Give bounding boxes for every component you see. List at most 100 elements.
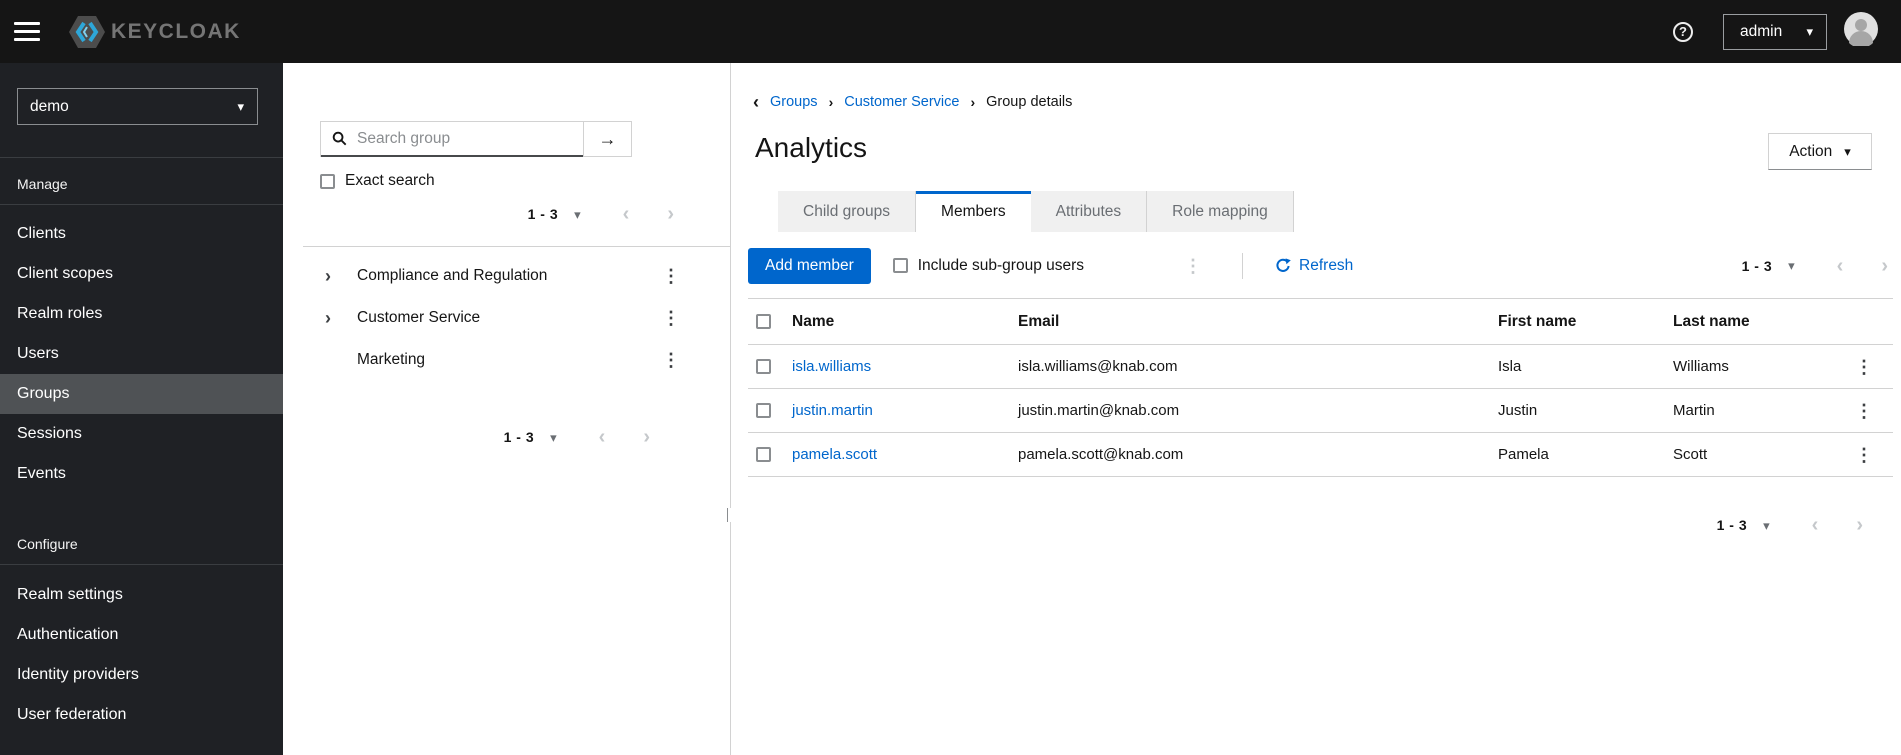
sidebar-item-groups[interactable]: Groups xyxy=(0,374,283,414)
realm-name: demo xyxy=(30,97,69,115)
member-last-name: Williams xyxy=(1673,358,1729,375)
breadcrumb-groups-link[interactable]: Groups xyxy=(770,94,818,110)
tab-role-mapping[interactable]: Role mapping xyxy=(1147,191,1294,232)
sidebar-item-identity-providers[interactable]: Identity providers xyxy=(0,655,283,695)
row-checkbox[interactable] xyxy=(756,359,771,374)
breadcrumb-current: Group details xyxy=(986,94,1073,110)
column-header-name: Name xyxy=(792,312,835,330)
kebab-menu-icon[interactable]: ⋮ xyxy=(662,309,680,327)
action-dropdown[interactable]: Action ▾ xyxy=(1768,133,1872,170)
row-kebab-menu-icon[interactable]: ⋮ xyxy=(1855,446,1898,464)
arrow-right-icon: → xyxy=(598,128,617,149)
tab-child-groups[interactable]: Child groups xyxy=(778,191,917,232)
tab-attributes[interactable]: Attributes xyxy=(1030,191,1148,232)
member-first-name: Isla xyxy=(1498,358,1522,375)
keycloak-admin-console: KEYCLOAK ? admin ▾ demo ▾ Manage Clients… xyxy=(0,0,1901,755)
sidebar-item-authentication[interactable]: Authentication xyxy=(0,615,283,655)
groups-pagination-bottom: 1 - 3 ▾ ‹ › xyxy=(283,427,730,447)
breadcrumb-separator-icon: › xyxy=(970,94,976,110)
table-row: isla.williams isla.williams@knab.com Isl… xyxy=(748,345,1893,389)
back-chevron-icon[interactable]: ‹ xyxy=(753,93,759,111)
group-search: → xyxy=(320,121,632,157)
expand-chevron-icon[interactable]: › xyxy=(325,267,347,285)
hamburger-menu-icon[interactable] xyxy=(14,18,40,45)
pagination-range-dropdown[interactable]: 1 - 3 ▾ xyxy=(1717,517,1770,533)
caret-down-icon: ▾ xyxy=(1806,24,1813,39)
nav-section-configure: Configure xyxy=(17,536,78,552)
caret-down-icon: ▾ xyxy=(574,206,581,222)
members-toolbar: Add member Include sub-group users ⋮ Ref… xyxy=(748,247,1888,284)
pagination-next-icon[interactable]: › xyxy=(667,204,674,224)
search-group-input[interactable] xyxy=(355,128,583,149)
member-username-link[interactable]: pamela.scott xyxy=(792,446,877,463)
avatar[interactable] xyxy=(1844,12,1878,51)
sidebar: demo ▾ Manage Clients Client scopes Real… xyxy=(0,63,283,755)
search-submit-button[interactable]: → xyxy=(583,122,631,157)
sidebar-item-client-scopes[interactable]: Client scopes xyxy=(0,254,283,294)
exact-search-checkbox[interactable] xyxy=(320,173,335,189)
include-subgroup-users-checkbox[interactable] xyxy=(892,258,908,273)
keycloak-logo-icon xyxy=(69,15,105,48)
caret-down-icon: ▾ xyxy=(1763,517,1770,533)
masthead: KEYCLOAK ? admin ▾ xyxy=(0,0,1901,63)
expand-chevron-icon[interactable]: › xyxy=(325,309,347,327)
exact-search-label: Exact search xyxy=(345,172,435,189)
member-first-name: Pamela xyxy=(1498,446,1549,463)
breadcrumb: ‹ Groups › Customer Service › Group deta… xyxy=(731,63,1901,111)
pagination-next-icon[interactable]: › xyxy=(1881,256,1888,276)
breadcrumb-customer-service-link[interactable]: Customer Service xyxy=(844,94,959,110)
keycloak-logo[interactable]: KEYCLOAK xyxy=(67,14,241,50)
row-kebab-menu-icon[interactable]: ⋮ xyxy=(1855,358,1898,376)
member-email: pamela.scott@knab.com xyxy=(1018,446,1184,463)
sidebar-item-users[interactable]: Users xyxy=(0,334,283,374)
sidebar-item-events[interactable]: Events xyxy=(0,454,283,494)
caret-down-icon: ▾ xyxy=(237,99,244,114)
tree-item-marketing: Marketing ⋮ xyxy=(357,350,680,370)
pagination-range-dropdown[interactable]: 1 - 3 ▾ xyxy=(504,429,557,445)
help-icon[interactable]: ? xyxy=(1673,21,1693,42)
realm-selector[interactable]: demo ▾ xyxy=(17,88,258,125)
pagination-prev-icon[interactable]: ‹ xyxy=(1837,256,1844,276)
pagination-prev-icon[interactable]: ‹ xyxy=(1812,515,1819,535)
pagination-prev-icon[interactable]: ‹ xyxy=(599,427,606,447)
add-member-button[interactable]: Add member xyxy=(748,247,871,284)
row-checkbox[interactable] xyxy=(756,403,771,418)
pagination-next-icon[interactable]: › xyxy=(1856,515,1863,535)
kebab-menu-icon[interactable]: ⋮ xyxy=(662,267,680,285)
exact-search: Exact search xyxy=(320,172,730,190)
member-username-link[interactable]: justin.martin xyxy=(792,402,873,419)
pagination-next-icon[interactable]: › xyxy=(643,427,650,447)
table-row: justin.martin justin.martin@knab.com Jus… xyxy=(748,389,1893,433)
column-header-email: Email xyxy=(1018,312,1060,330)
tab-members[interactable]: Members xyxy=(916,191,1031,232)
pagination-prev-icon[interactable]: ‹ xyxy=(623,204,630,224)
refresh-icon xyxy=(1276,257,1291,272)
include-subgroup-users-label: Include sub-group users xyxy=(917,256,1085,274)
row-checkbox[interactable] xyxy=(756,447,771,462)
kebab-menu-icon[interactable]: ⋮ xyxy=(662,351,680,369)
sidebar-item-clients[interactable]: Clients xyxy=(0,214,283,254)
sidebar-item-user-federation[interactable]: User federation xyxy=(0,695,283,735)
sidebar-item-realm-roles[interactable]: Realm roles xyxy=(0,294,283,334)
member-username-link[interactable]: isla.williams xyxy=(792,358,871,375)
nav-section-manage: Manage xyxy=(17,176,68,192)
toolbar-divider xyxy=(1242,252,1244,279)
username: admin xyxy=(1740,22,1783,40)
member-last-name: Scott xyxy=(1673,446,1708,463)
pagination-range-dropdown[interactable]: 1 - 3 ▾ xyxy=(528,206,581,222)
toolbar-kebab-menu-icon[interactable]: ⋮ xyxy=(1184,257,1202,275)
tree-item-customer-service: › Customer Service ⋮ xyxy=(325,308,680,328)
page-title: Analytics xyxy=(755,132,868,163)
pagination-range-dropdown[interactable]: 1 - 3 ▾ xyxy=(1742,258,1795,274)
sidebar-item-sessions[interactable]: Sessions xyxy=(0,414,283,454)
column-header-last-name: Last name xyxy=(1673,312,1750,330)
tree-divider xyxy=(303,246,730,247)
member-email: isla.williams@knab.com xyxy=(1018,358,1178,375)
select-all-checkbox[interactable] xyxy=(756,314,771,329)
member-last-name: Martin xyxy=(1673,402,1715,419)
username-dropdown[interactable]: admin ▾ xyxy=(1723,13,1827,50)
sidebar-item-realm-settings[interactable]: Realm settings xyxy=(0,575,283,615)
table-row: pamela.scott pamela.scott@knab.com Pamel… xyxy=(748,433,1893,477)
row-kebab-menu-icon[interactable]: ⋮ xyxy=(1855,402,1898,420)
refresh-button[interactable]: Refresh xyxy=(1275,257,1353,275)
